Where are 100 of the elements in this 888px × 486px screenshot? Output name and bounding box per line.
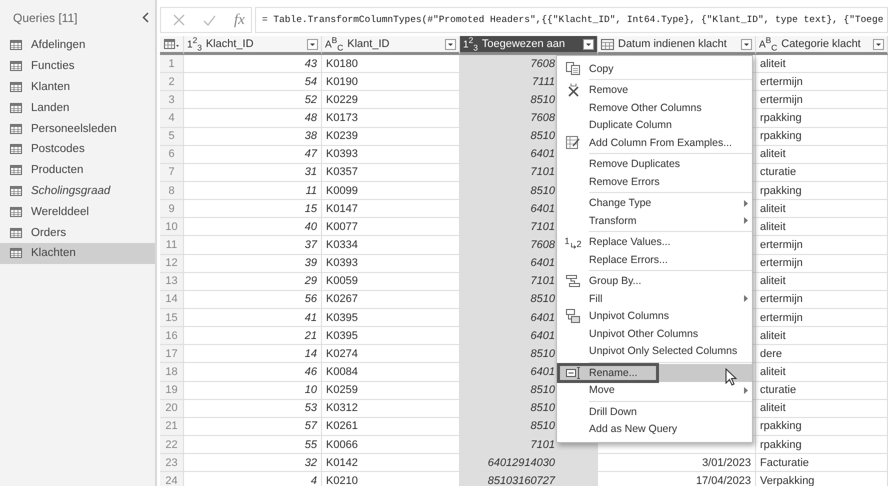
table-icon <box>10 228 22 238</box>
row-number: 2 <box>160 73 184 92</box>
table-cell: ertermijn <box>756 73 888 92</box>
row-number: 22 <box>160 436 184 454</box>
formula-field[interactable]: = Table.TransformColumnTypes(#"Promoted Headers",{{"Klacht_ID", Int64.Type}, {"Klant_ID", type text}, {"Toege <box>255 7 888 33</box>
table-cell: dere <box>756 345 888 364</box>
column-name: Datum indienen klacht <box>618 38 728 50</box>
rename-icon <box>566 366 580 379</box>
table-cell: 11 <box>184 182 322 200</box>
table-cell: rpakking <box>756 182 888 200</box>
table-cell: ertermijn <box>756 254 888 273</box>
filter-dropdown-icon[interactable] <box>741 38 752 50</box>
query-item[interactable]: Landen <box>0 97 155 118</box>
table-cell: Verpakking <box>756 472 888 486</box>
table-cell: aliteit <box>756 363 888 382</box>
table-cell: rpakking <box>756 109 888 128</box>
row-number: 13 <box>160 272 184 291</box>
row-number: 17 <box>160 345 184 364</box>
table-menu-icon[interactable] <box>164 39 180 49</box>
table-cell: Facturatie <box>756 454 888 472</box>
filter-dropdown-icon[interactable] <box>873 38 884 50</box>
column-name: Categorie klacht <box>781 38 862 50</box>
table-cell: 52 <box>184 91 322 110</box>
query-item[interactable]: Klanten <box>0 76 155 98</box>
filter-dropdown-icon[interactable] <box>583 38 594 50</box>
row-number: 20 <box>160 400 184 418</box>
row-number: 7 <box>160 164 184 182</box>
row-number: 11 <box>160 236 184 255</box>
filter-dropdown-icon[interactable] <box>307 38 318 50</box>
table-cell: 47 <box>184 146 322 164</box>
table-icon <box>10 61 22 72</box>
table-icon <box>10 40 22 50</box>
table-cell: aliteit <box>756 146 888 164</box>
table-cell: ertermijn <box>756 290 888 309</box>
table-cell: 17/04/2023 <box>598 472 756 486</box>
row-number: 14 <box>160 290 184 309</box>
table-cell: 15 <box>184 200 322 218</box>
query-item[interactable]: Orders <box>0 222 155 243</box>
table-icon <box>10 124 22 134</box>
submenu-arrow-icon <box>744 200 748 207</box>
table-cell: rpakking <box>756 418 888 436</box>
column-header[interactable]: 1$^{2}$$_{3}$ Toegewezen aan <box>460 36 598 55</box>
query-item[interactable]: Personeelsleden <box>0 118 155 139</box>
table-icon <box>10 82 22 92</box>
row-number: 21 <box>160 418 184 436</box>
table-cell: 53 <box>184 400 322 418</box>
row-number: 18 <box>160 363 184 382</box>
table-cell: 31 <box>184 164 322 182</box>
table-icon <box>10 102 22 113</box>
check-icon[interactable] <box>203 14 216 26</box>
group-by-icon <box>566 275 580 288</box>
mouse-pointer-icon <box>725 368 737 386</box>
examples-icon <box>566 136 580 150</box>
row-number: 5 <box>160 128 184 146</box>
column-name: Klant_ID <box>347 38 390 50</box>
table-icon <box>10 206 22 217</box>
row-number: 3 <box>160 91 184 110</box>
table-cell: aliteit <box>756 200 888 218</box>
query-item[interactable]: Functies <box>0 56 155 77</box>
calendar-icon <box>601 38 614 50</box>
table-cell: ertermijn <box>756 91 888 110</box>
table-cell: 32 <box>184 454 322 472</box>
collapse-icon[interactable] <box>142 12 149 23</box>
column-header[interactable]: A$^{B}$$_{C}$ Klant_ID <box>322 36 460 55</box>
table-cell: 41 <box>184 308 322 328</box>
table-cell: cturatie <box>756 382 888 400</box>
query-item[interactable]: Scholingsgraad <box>0 180 155 202</box>
query-item[interactable]: Producten <box>0 160 155 181</box>
row-number: 24 <box>160 472 184 486</box>
table-cell: 54 <box>184 73 322 92</box>
submenu-arrow-icon <box>744 217 748 224</box>
row-number: 6 <box>160 146 184 164</box>
table-cell: 48 <box>184 109 322 128</box>
row-number: 23 <box>160 454 184 472</box>
column-header[interactable]: 1$^{2}$$_{3}$ Klacht_ID <box>184 36 322 55</box>
query-item[interactable]: Klachten <box>0 242 155 264</box>
table-cell: 56 <box>184 290 322 309</box>
column-name: Klacht_ID <box>206 38 255 50</box>
table-cell: 38 <box>184 128 322 146</box>
table-cell: 10 <box>184 382 322 400</box>
column-header[interactable]: Datum indienen klacht <box>598 36 756 55</box>
query-item[interactable]: Afdelingen <box>0 35 155 56</box>
table-cell: 46 <box>184 363 322 382</box>
row-number: 4 <box>160 109 184 128</box>
filter-dropdown-icon[interactable] <box>445 38 456 50</box>
query-item[interactable]: Postcodes <box>0 138 155 160</box>
table-cell: aliteit <box>756 327 888 346</box>
column-header[interactable]: A$^{B}$$_{C}$ Categorie klacht <box>756 36 888 55</box>
table-cell: rpakking <box>756 436 888 454</box>
table-cell: 37 <box>184 236 322 255</box>
table-cell: aliteit <box>756 218 888 236</box>
table-cell: 3/01/2023 <box>598 454 756 472</box>
table-cell: 64012914030 <box>460 454 598 472</box>
table-cell: cturatie <box>756 164 888 182</box>
table-cell: ertermijn <box>756 236 888 255</box>
submenu-arrow-icon <box>744 386 748 394</box>
insert-function-button[interactable]: fx <box>234 12 245 28</box>
query-item[interactable]: Werelddeel <box>0 201 155 222</box>
table-icon <box>10 248 22 258</box>
table-cell: 21 <box>184 327 322 346</box>
